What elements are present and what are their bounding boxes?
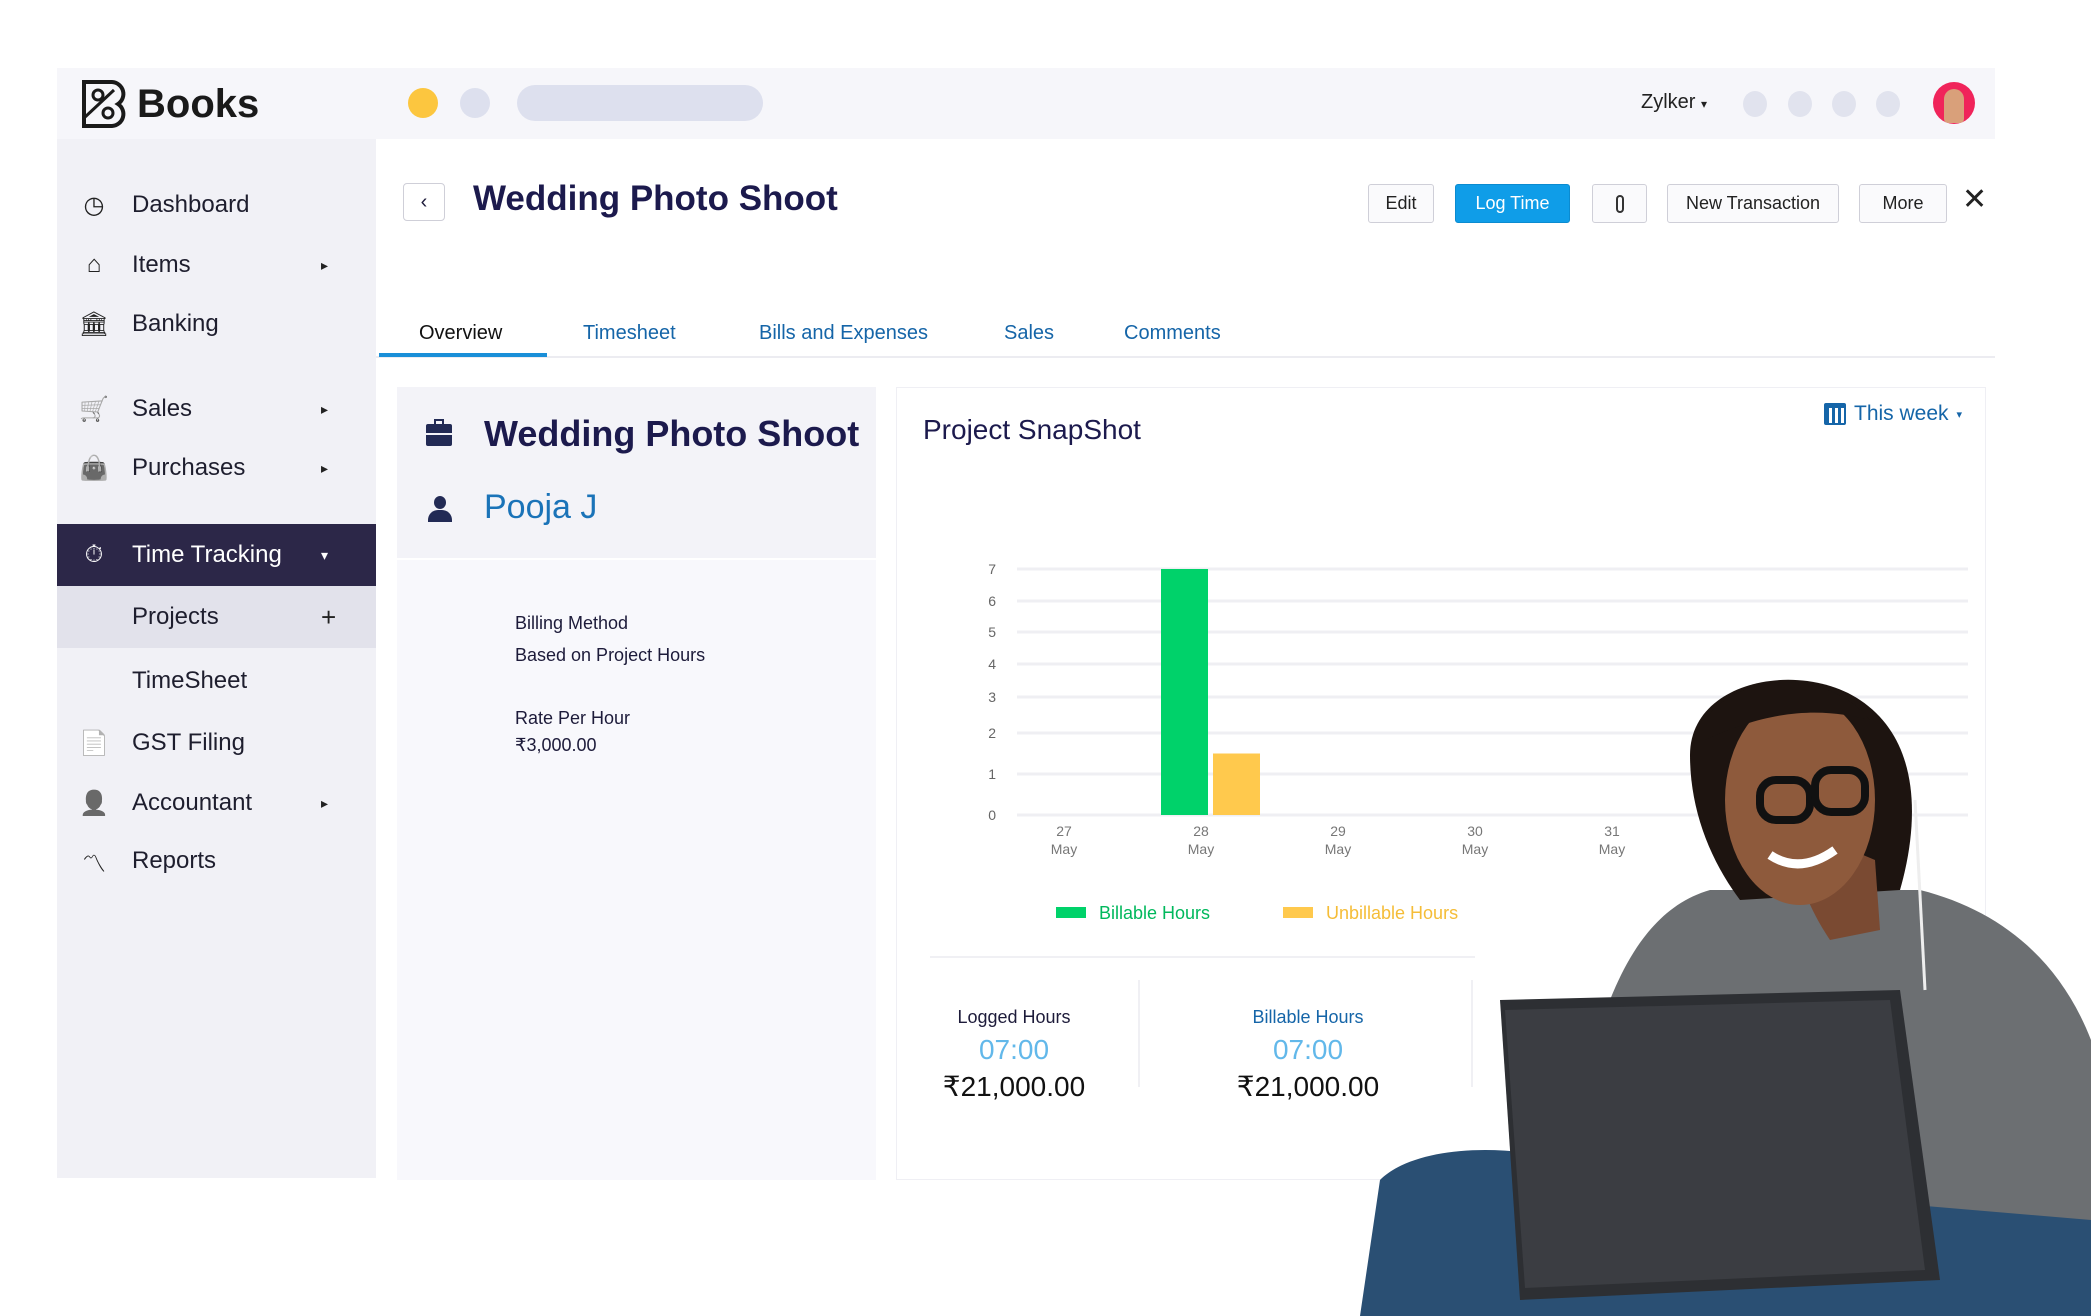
y-tick-label: 4	[988, 656, 996, 672]
y-tick-label: 7	[988, 561, 996, 577]
user-icon: 👤	[79, 789, 109, 817]
x-tick-label: 28	[1193, 823, 1209, 839]
more-button[interactable]: More	[1859, 184, 1947, 223]
rate-value: ₹3,000.00	[515, 735, 597, 755]
caret-right-icon[interactable]: ▸	[321, 401, 328, 418]
bag-icon: 👜	[79, 454, 109, 482]
customer-name[interactable]: Pooja J	[484, 488, 597, 527]
basket-icon: ⌂	[86, 251, 102, 278]
placeholder-dot	[460, 88, 490, 118]
header-icon[interactable]	[1876, 91, 1900, 117]
caret-right-icon[interactable]: ▸	[321, 795, 328, 812]
caret-right-icon[interactable]: ▸	[321, 460, 328, 477]
app-name: Books	[137, 82, 260, 126]
paperclip-icon	[1615, 194, 1624, 213]
tab-divider	[376, 356, 1995, 358]
y-tick-label: 1	[988, 766, 996, 782]
sidebar-item-items[interactable]: ⌂ Items ▸	[57, 236, 376, 294]
chart-line-icon: 〽	[82, 850, 106, 878]
dashboard-icon: ◷	[83, 191, 105, 219]
legend-label: Billable Hours	[1099, 903, 1210, 923]
close-icon[interactable]: ✕	[1962, 182, 1987, 217]
header-icon[interactable]	[1788, 91, 1812, 117]
x-tick-label: 27	[1056, 823, 1072, 839]
y-tick-label: 2	[988, 725, 996, 741]
attach-button[interactable]	[1592, 184, 1647, 223]
user-icon	[428, 496, 452, 522]
tab-bills-and-expenses[interactable]: Bills and Expenses	[759, 322, 928, 345]
bank-icon: 🏛	[78, 310, 110, 338]
back-button[interactable]: ‹	[403, 183, 445, 221]
rate-label: Rate Per Hour	[515, 708, 631, 728]
cart-icon: 🛒	[79, 395, 109, 423]
sidebar-item-gst-filing[interactable]: 📄 GST Filing	[57, 714, 376, 772]
y-tick-label: 6	[988, 593, 996, 609]
page-title: Wedding Photo Shoot	[473, 179, 838, 218]
sidebar-item-label: GST Filing	[132, 729, 245, 756]
sidebar-item-label: Time Tracking	[132, 541, 282, 568]
add-icon[interactable]: +	[321, 602, 336, 633]
tab-timesheet[interactable]: Timesheet	[583, 322, 676, 345]
sidebar-item-label: TimeSheet	[132, 667, 248, 694]
stat-time: 07:00	[978, 1034, 1050, 1065]
log-time-button[interactable]: Log Time	[1455, 184, 1570, 223]
sidebar-item-label: Dashboard	[132, 191, 250, 218]
billing-method-value: Based on Project Hours	[515, 645, 706, 665]
sidebar-item-purchases[interactable]: 👜 Purchases ▸	[57, 439, 376, 497]
header-icon[interactable]	[1832, 91, 1856, 117]
sidebar-item-label: Projects	[132, 603, 219, 630]
stat-amount: ₹21,000.00	[942, 1071, 1086, 1102]
project-name: Wedding Photo Shoot	[484, 413, 860, 454]
sidebar-item-label: Purchases	[132, 454, 246, 481]
avatar[interactable]	[1933, 82, 1975, 124]
billing-method-label: Billing Method	[515, 613, 629, 633]
sidebar-item-sales[interactable]: 🛒 Sales ▸	[57, 380, 376, 438]
sidebar-item-accountant[interactable]: 👤 Accountant ▸	[57, 774, 376, 832]
org-name: Zylker	[1641, 91, 1696, 113]
header-icon[interactable]	[1743, 91, 1767, 117]
y-tick-label: 5	[988, 624, 996, 640]
x-tick-label: May	[1325, 841, 1351, 857]
x-tick-label: May	[1188, 841, 1214, 857]
y-tick-label: 3	[988, 689, 996, 705]
caret-right-icon[interactable]: ▸	[321, 257, 328, 274]
sidebar-item-label: Banking	[132, 310, 219, 337]
caret-down-icon: ▾	[1701, 97, 1708, 111]
edit-button[interactable]: Edit	[1368, 184, 1434, 223]
sidebar-item-label: Reports	[132, 847, 217, 874]
sidebar-item-label: Items	[132, 251, 191, 278]
bar-billable-hours	[1161, 569, 1208, 815]
bar-unbillable-hours	[1213, 753, 1260, 815]
sidebar-item-label: Accountant	[132, 789, 253, 816]
new-transaction-button[interactable]: New Transaction	[1667, 184, 1839, 223]
sidebar-item-timesheet[interactable]: TimeSheet	[57, 652, 376, 710]
stopwatch-icon: ⏱	[84, 541, 104, 568]
caret-down-icon[interactable]: ▾	[321, 547, 328, 564]
x-tick-label: May	[1051, 841, 1077, 857]
sidebar-item-time-tracking[interactable]: ⏱ Time Tracking ▾	[57, 524, 376, 586]
tab-sales[interactable]: Sales	[1004, 322, 1054, 345]
divider	[1138, 980, 1140, 1087]
sidebar-item-reports[interactable]: 〽 Reports	[57, 832, 376, 890]
y-tick-label: 0	[988, 807, 996, 823]
person-with-laptop-image	[1360, 679, 2091, 1316]
stat-label: Logged Hours	[957, 1007, 1071, 1027]
tab-comments[interactable]: Comments	[1124, 322, 1221, 345]
briefcase-icon	[426, 419, 452, 446]
legend-swatch	[1056, 907, 1086, 918]
sidebar-item-banking[interactable]: 🏛 Banking	[57, 295, 376, 353]
active-tab-indicator	[379, 353, 547, 357]
sidebar-item-projects[interactable]: Projects +	[57, 586, 376, 648]
search-bar[interactable]	[517, 85, 763, 121]
legend-swatch	[1283, 907, 1313, 918]
org-switcher[interactable]: Zylker ▾	[1641, 91, 1707, 114]
status-dot	[408, 88, 438, 118]
chevron-left-icon: ‹	[420, 190, 428, 213]
x-tick-label: 29	[1330, 823, 1346, 839]
document-icon: 📄	[79, 729, 109, 757]
sidebar-item-dashboard[interactable]: ◷ Dashboard	[57, 176, 376, 234]
books-logo-icon	[82, 80, 126, 128]
tab-overview[interactable]: Overview	[419, 322, 502, 345]
sidebar-item-label: Sales	[132, 395, 193, 422]
